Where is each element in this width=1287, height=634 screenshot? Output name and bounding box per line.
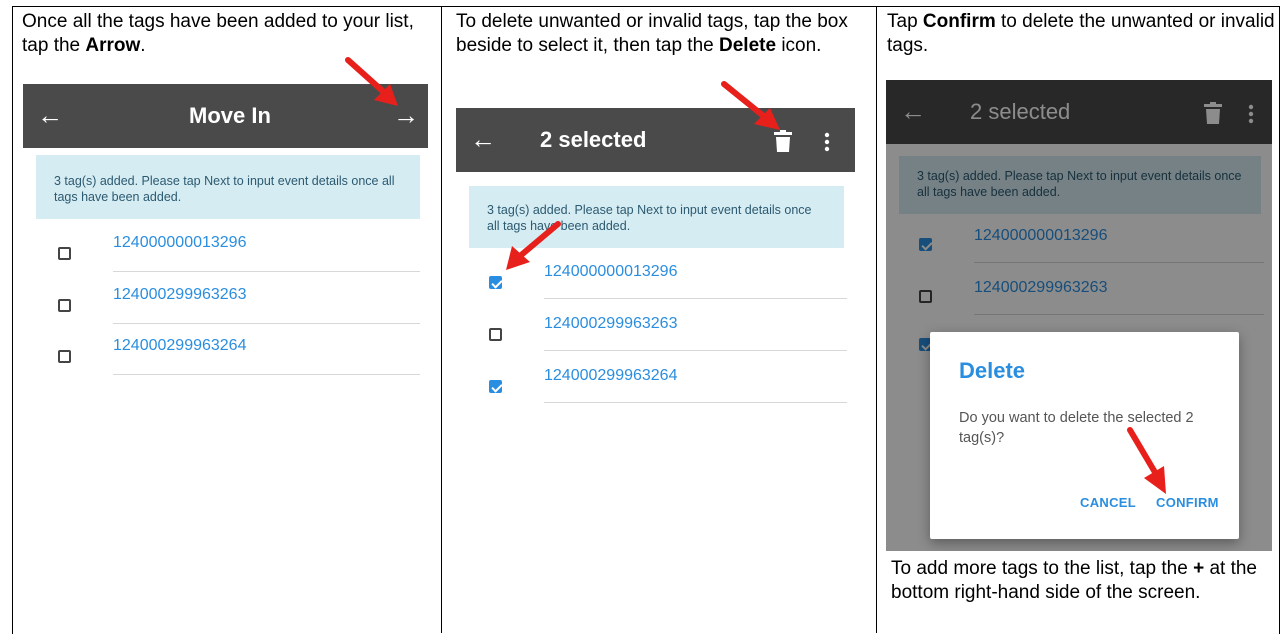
tag-row[interactable]: 124000299963263 — [23, 281, 428, 331]
row-divider — [113, 323, 420, 324]
dialog-message: Do you want to delete the selected 2 tag… — [959, 410, 1194, 446]
instruction-emphasis: Arrow — [85, 35, 141, 56]
app-bar-title: Move In — [189, 103, 271, 128]
instruction-text: icon. — [776, 35, 822, 56]
row-divider — [113, 271, 420, 272]
column-divider — [441, 7, 442, 633]
checkbox[interactable] — [489, 328, 502, 341]
checkbox[interactable] — [58, 299, 71, 312]
checkbox-checked[interactable] — [489, 380, 502, 393]
instruction-text-1: Once all the tags have been added to you… — [22, 10, 432, 58]
annotation-arrow — [721, 81, 780, 130]
row-divider — [113, 374, 420, 375]
instruction-text: . — [140, 35, 146, 56]
annotation-arrow — [1127, 427, 1166, 494]
row-divider — [544, 350, 847, 351]
row-divider — [544, 402, 847, 403]
arrow-left-icon[interactable]: ← — [37, 100, 63, 130]
instruction-text-3: Tap Confirm to delete the unwanted or in… — [887, 10, 1282, 58]
more-vert-icon[interactable] — [824, 132, 830, 152]
instruction-emphasis: + — [1193, 558, 1205, 579]
phone-screen-move-in: ← Move In → 3 tag(s) added. Please tap N… — [23, 84, 428, 624]
tag-row[interactable]: 124000000013296 — [23, 229, 428, 279]
app-bar: ← 2 selected — [456, 108, 855, 172]
app-bar-title: 2 selected — [540, 127, 647, 152]
footer-text: To add more tags to the list, tap the + … — [891, 557, 1286, 605]
arrow-left-icon[interactable]: ← — [470, 124, 496, 154]
instruction-text: Once all the tags have been added to you… — [22, 11, 414, 56]
tag-number: 124000299963264 — [113, 337, 247, 354]
instruction-text: To add more tags to the list, tap the — [891, 558, 1194, 579]
checkbox-checked[interactable] — [489, 276, 502, 289]
tag-row[interactable]: 124000299963264 — [456, 362, 855, 412]
tag-row[interactable]: 124000299963264 — [23, 332, 428, 382]
tag-number: 124000299963263 — [544, 315, 678, 332]
phone-screen-delete-dialog: ← 2 selected 3 tag(s) added. Please tap … — [886, 80, 1272, 551]
tag-number: 124000299963263 — [113, 286, 247, 303]
tag-number: 124000000013296 — [113, 234, 247, 251]
checkbox[interactable] — [58, 247, 71, 260]
instruction-emphasis: Confirm — [922, 11, 996, 32]
dialog-title: Delete — [959, 358, 1026, 383]
annotation-arrow — [345, 57, 398, 106]
phone-screen-selection: ← 2 selected 3 tag(s) added. Please tap … — [456, 108, 855, 628]
checkbox[interactable] — [58, 350, 71, 363]
tag-row[interactable]: 124000299963263 — [456, 310, 855, 360]
annotation-arrow — [506, 221, 561, 270]
column-divider — [876, 7, 877, 633]
tag-number: 124000299963264 — [544, 367, 678, 384]
instruction-text-2: To delete unwanted or invalid tags, tap … — [456, 10, 866, 58]
row-divider — [544, 298, 847, 299]
delete-dialog: Delete Do you want to delete the selecte… — [930, 332, 1239, 539]
instruction-text: Tap — [887, 11, 923, 32]
instruction-emphasis: Delete — [719, 35, 777, 56]
info-notice: 3 tag(s) added. Please tap Next to input… — [36, 155, 420, 219]
